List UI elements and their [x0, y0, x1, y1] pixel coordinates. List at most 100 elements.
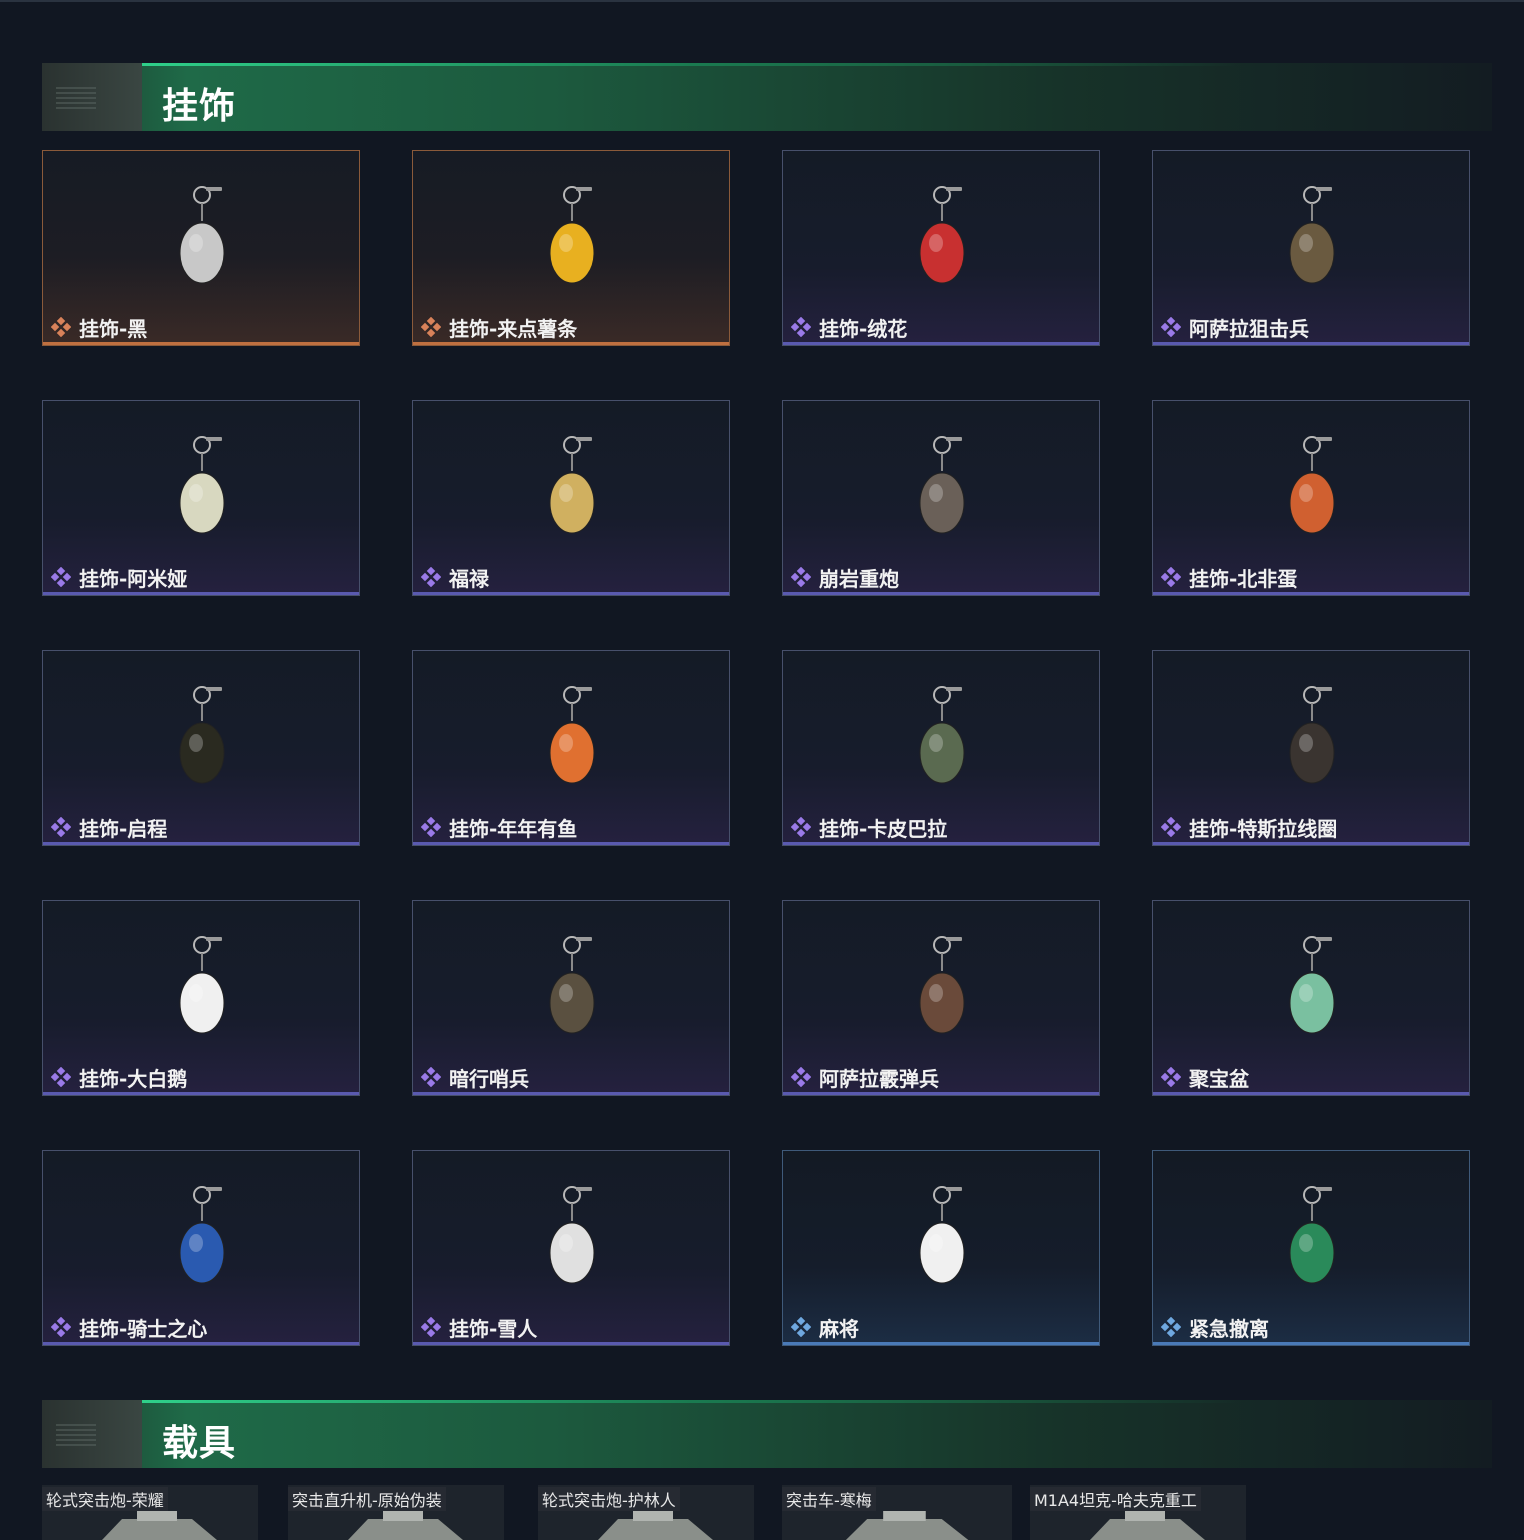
charm-label: 挂饰-卡皮巴拉	[819, 817, 948, 841]
charm-card[interactable]: 麻将	[782, 1150, 1100, 1346]
rarity-diamond-icon	[1160, 816, 1182, 838]
charm-card[interactable]: 挂饰-启程	[42, 650, 360, 846]
charm-thumbnail	[902, 1181, 982, 1301]
rarity-bar	[43, 842, 359, 845]
charm-thumbnail	[162, 931, 242, 1051]
charm-label: 福禄	[449, 567, 489, 591]
charm-thumbnail	[1272, 681, 1352, 801]
charm-thumbnail	[1272, 931, 1352, 1051]
charm-label: 挂饰-北非蛋	[1189, 567, 1298, 591]
charm-thumbnail	[532, 1181, 612, 1301]
rarity-bar	[43, 592, 359, 595]
rarity-diamond-icon	[50, 816, 72, 838]
charm-thumbnail	[532, 681, 612, 801]
charm-card[interactable]: 挂饰-卡皮巴拉	[782, 650, 1100, 846]
rarity-diamond-icon	[790, 566, 812, 588]
charm-thumbnail	[902, 181, 982, 301]
vehicle-label: 突击车-寒梅	[782, 1487, 876, 1511]
rarity-bar	[1153, 1092, 1469, 1095]
charm-card[interactable]: 挂饰-大白鹅	[42, 900, 360, 1096]
charm-card[interactable]: 挂饰-绒花	[782, 150, 1100, 346]
charm-label: 挂饰-雪人	[449, 1317, 538, 1341]
charm-label: 挂饰-绒花	[819, 317, 908, 341]
charms-section-title: 挂饰	[162, 86, 237, 127]
charms-grid: 挂饰-黑 挂饰-来点薯条 挂饰-绒花 阿萨拉狙击兵挂饰-阿米娅 福禄 崩岩重炮 挂饰-北非蛋…	[42, 150, 1472, 1350]
rarity-bar	[413, 842, 729, 845]
rarity-diamond-icon	[1160, 566, 1182, 588]
charm-card[interactable]: 崩岩重炮	[782, 400, 1100, 596]
rarity-diamond-icon	[790, 1066, 812, 1088]
charm-label: 阿萨拉霰弹兵	[819, 1067, 939, 1091]
charm-label: 崩岩重炮	[819, 567, 899, 591]
charm-thumbnail	[1272, 1181, 1352, 1301]
rarity-diamond-icon	[790, 1316, 812, 1338]
charm-label: 挂饰-骑士之心	[79, 1317, 208, 1341]
rarity-diamond-icon	[790, 316, 812, 338]
vehicle-label: 突击直升机-原始伪装	[288, 1487, 446, 1511]
vehicle-card[interactable]: M1A4坦克-哈夫克重工	[1030, 1485, 1246, 1540]
rarity-bar	[43, 342, 359, 345]
vehicles-section-header: 载具	[42, 1400, 1492, 1468]
charm-thumbnail	[1272, 181, 1352, 301]
vehicle-card[interactable]: 轮式突击炮-荣耀	[42, 1485, 258, 1540]
charm-thumbnail	[532, 931, 612, 1051]
charm-card[interactable]: 聚宝盆	[1152, 900, 1470, 1096]
rarity-bar	[1153, 592, 1469, 595]
charm-label: 挂饰-阿米娅	[79, 567, 188, 591]
rarity-diamond-icon	[420, 1316, 442, 1338]
vehicle-card[interactable]: 突击直升机-原始伪装	[288, 1485, 504, 1540]
vehicle-label: 轮式突击炮-荣耀	[42, 1487, 168, 1511]
rarity-bar	[1153, 842, 1469, 845]
charm-label: 暗行哨兵	[449, 1067, 529, 1091]
charm-card[interactable]: 阿萨拉霰弹兵	[782, 900, 1100, 1096]
charm-label: 挂饰-黑	[79, 317, 148, 341]
vehicle-label: M1A4坦克-哈夫克重工	[1030, 1487, 1201, 1511]
vehicle-card[interactable]: 轮式突击炮-护林人	[538, 1485, 754, 1540]
charm-card[interactable]: 挂饰-黑	[42, 150, 360, 346]
rarity-bar	[413, 1092, 729, 1095]
rarity-diamond-icon	[1160, 1316, 1182, 1338]
charm-label: 紧急撤离	[1189, 1317, 1269, 1341]
charm-thumbnail	[162, 681, 242, 801]
charm-thumbnail	[902, 681, 982, 801]
rarity-diamond-icon	[1160, 1066, 1182, 1088]
header-accent-bar	[142, 1400, 1242, 1403]
charm-thumbnail	[162, 1181, 242, 1301]
charm-card[interactable]: 挂饰-骑士之心	[42, 1150, 360, 1346]
charms-section-header: 挂饰	[42, 63, 1492, 131]
charm-card[interactable]: 阿萨拉狙击兵	[1152, 150, 1470, 346]
charm-card[interactable]: 紧急撤离	[1152, 1150, 1470, 1346]
rarity-diamond-icon	[1160, 316, 1182, 338]
charm-card[interactable]: 挂饰-阿米娅	[42, 400, 360, 596]
rarity-bar	[413, 592, 729, 595]
header-accent-bar	[142, 63, 1242, 66]
rarity-bar	[1153, 1342, 1469, 1345]
rarity-bar	[783, 1342, 1099, 1345]
charm-card[interactable]: 挂饰-来点薯条	[412, 150, 730, 346]
rarity-diamond-icon	[50, 566, 72, 588]
vehicle-card[interactable]: 突击车-寒梅	[782, 1485, 1012, 1540]
rarity-diamond-icon	[50, 316, 72, 338]
rarity-bar	[783, 1092, 1099, 1095]
charm-card[interactable]: 福禄	[412, 400, 730, 596]
charm-label: 聚宝盆	[1189, 1067, 1249, 1091]
rarity-bar	[783, 842, 1099, 845]
charm-card[interactable]: 挂饰-特斯拉线圈	[1152, 650, 1470, 846]
charm-thumbnail	[532, 431, 612, 551]
charm-card[interactable]: 挂饰-年年有鱼	[412, 650, 730, 846]
charm-label: 挂饰-来点薯条	[449, 317, 578, 341]
rarity-bar	[43, 1342, 359, 1345]
top-divider	[0, 0, 1524, 2]
header-stub	[42, 63, 142, 131]
charm-card[interactable]: 暗行哨兵	[412, 900, 730, 1096]
rarity-diamond-icon	[420, 1066, 442, 1088]
vehicle-label: 轮式突击炮-护林人	[538, 1487, 680, 1511]
vehicles-section-title: 载具	[162, 1423, 237, 1464]
rarity-diamond-icon	[50, 1066, 72, 1088]
charm-label: 麻将	[819, 1317, 859, 1341]
charm-thumbnail	[162, 431, 242, 551]
charm-card[interactable]: 挂饰-雪人	[412, 1150, 730, 1346]
charm-card[interactable]: 挂饰-北非蛋	[1152, 400, 1470, 596]
charm-label: 阿萨拉狙击兵	[1189, 317, 1309, 341]
rarity-diamond-icon	[50, 1316, 72, 1338]
